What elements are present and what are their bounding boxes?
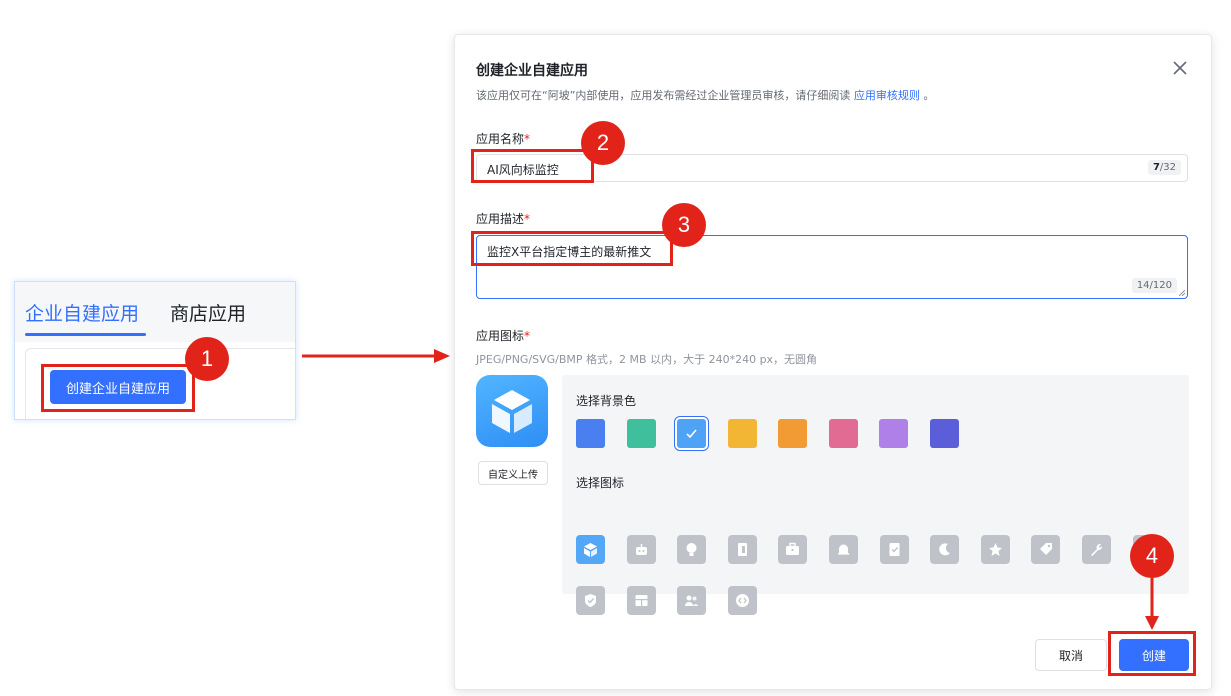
app-icon-label: 应用图标* bbox=[476, 327, 530, 344]
moon-icon bbox=[939, 543, 951, 556]
layout-icon bbox=[635, 595, 648, 606]
bg-color-swatch[interactable] bbox=[626, 419, 656, 448]
icon-option[interactable] bbox=[626, 535, 656, 564]
tag-icon bbox=[1040, 543, 1053, 555]
dialog-title: 创建企业自建应用 bbox=[476, 63, 588, 79]
icon-option[interactable] bbox=[980, 535, 1010, 564]
icon-format-hint: JPEG/PNG/SVG/BMP 格式，2 MB 以内，大于 240*240 p… bbox=[476, 353, 818, 366]
check-icon bbox=[686, 429, 697, 439]
icon-option[interactable] bbox=[1082, 535, 1111, 564]
step-3-badge: 3 bbox=[662, 203, 706, 247]
wrench-icon bbox=[1091, 543, 1103, 556]
tab-store-apps[interactable]: 商店应用 bbox=[170, 299, 246, 326]
icon-option[interactable] bbox=[930, 535, 960, 564]
cube-icon bbox=[584, 543, 597, 557]
app-desc-label-text: 应用描述 bbox=[476, 212, 525, 226]
bg-color-swatch[interactable] bbox=[828, 419, 858, 448]
icon-option[interactable] bbox=[778, 535, 808, 564]
robot-icon bbox=[635, 544, 647, 555]
cancel-button[interactable]: 取消 bbox=[1035, 639, 1107, 671]
icon-option[interactable] bbox=[727, 535, 757, 564]
bg-color-swatch[interactable] bbox=[576, 419, 605, 448]
bg-color-swatch[interactable] bbox=[727, 419, 757, 448]
cube-icon bbox=[492, 390, 532, 433]
app-desc-label: 应用描述* bbox=[476, 210, 530, 227]
tab-enterprise-apps[interactable]: 企业自建应用 bbox=[25, 299, 139, 326]
step-4-badge: 4 bbox=[1130, 534, 1174, 578]
highlight-box-step-1 bbox=[41, 364, 195, 412]
highlight-box-step-4 bbox=[1108, 631, 1196, 676]
required-mark: * bbox=[524, 132, 531, 146]
icon-option[interactable] bbox=[677, 586, 707, 615]
app-name-label-text: 应用名称 bbox=[476, 132, 525, 146]
bg-color-swatch[interactable] bbox=[879, 419, 908, 448]
step-4-arrow-icon bbox=[1145, 578, 1159, 630]
icon-option[interactable] bbox=[1031, 535, 1061, 564]
char-count-current: 7 bbox=[1152, 162, 1160, 173]
icon-option[interactable] bbox=[829, 535, 858, 564]
app-name-char-counter: 7/32 bbox=[1147, 160, 1181, 175]
char-count-max: /32 bbox=[1159, 162, 1176, 173]
step-1-badge: 1 bbox=[185, 337, 229, 381]
people-icon bbox=[685, 595, 699, 606]
highlight-box-step-3 bbox=[471, 231, 673, 266]
required-mark: * bbox=[524, 212, 531, 226]
highlight-box-step-2 bbox=[471, 149, 594, 183]
shield-check-icon bbox=[585, 594, 596, 607]
icon-option[interactable] bbox=[879, 535, 909, 564]
icon-select-label: 选择图标 bbox=[576, 476, 625, 490]
app-desc-char-counter: 14/120 bbox=[1131, 278, 1177, 293]
bg-color-swatch[interactable] bbox=[929, 419, 959, 448]
dialog-subtitle: 该应用仅可在“阿坡”内部使用，应用发布需经过企业管理员审核，请仔细阅读 应用审核… bbox=[476, 87, 934, 103]
step-2-badge: 2 bbox=[581, 121, 625, 165]
create-app-dialog: 创建企业自建应用 该应用仅可在“阿坡”内部使用，应用发布需经过企业管理员审核，请… bbox=[454, 34, 1212, 690]
book-icon bbox=[737, 543, 747, 556]
close-icon[interactable] bbox=[1171, 59, 1189, 77]
code-icon bbox=[735, 594, 749, 607]
bg-color-swatch[interactable] bbox=[778, 419, 807, 448]
bookmark-check-icon bbox=[889, 543, 900, 556]
icon-option[interactable] bbox=[677, 535, 707, 564]
icon-option[interactable] bbox=[626, 586, 656, 615]
bg-color-swatch[interactable] bbox=[677, 419, 706, 448]
icon-option[interactable] bbox=[576, 535, 605, 564]
resize-handle-icon[interactable] bbox=[1179, 290, 1185, 296]
app-icon-label-text: 应用图标 bbox=[476, 329, 525, 343]
subtitle-text: 该应用仅可在“阿坡”内部使用，应用发布需经过企业管理员审核，请仔细阅读 bbox=[476, 89, 851, 102]
review-rules-link[interactable]: 应用审核规则 bbox=[854, 89, 920, 102]
bell-icon bbox=[838, 544, 849, 555]
required-mark: * bbox=[524, 329, 531, 343]
app-icon-preview bbox=[476, 375, 548, 447]
active-tab-indicator bbox=[25, 333, 146, 336]
subtitle-end: 。 bbox=[923, 89, 935, 102]
briefcase-icon bbox=[786, 542, 800, 555]
app-name-label: 应用名称* bbox=[476, 130, 530, 147]
custom-upload-button[interactable]: 自定义上传 bbox=[478, 461, 548, 485]
star-icon bbox=[988, 543, 1002, 556]
bulb-icon bbox=[686, 543, 697, 556]
icon-option[interactable] bbox=[576, 586, 605, 615]
flow-arrow-icon bbox=[302, 349, 450, 363]
icon-picker-panel: 选择背景色 选择图标 bbox=[562, 375, 1189, 615]
bg-color-label: 选择背景色 bbox=[576, 394, 637, 408]
icon-option[interactable] bbox=[727, 586, 757, 615]
app-tabs: 企业自建应用 商店应用 bbox=[15, 282, 295, 342]
